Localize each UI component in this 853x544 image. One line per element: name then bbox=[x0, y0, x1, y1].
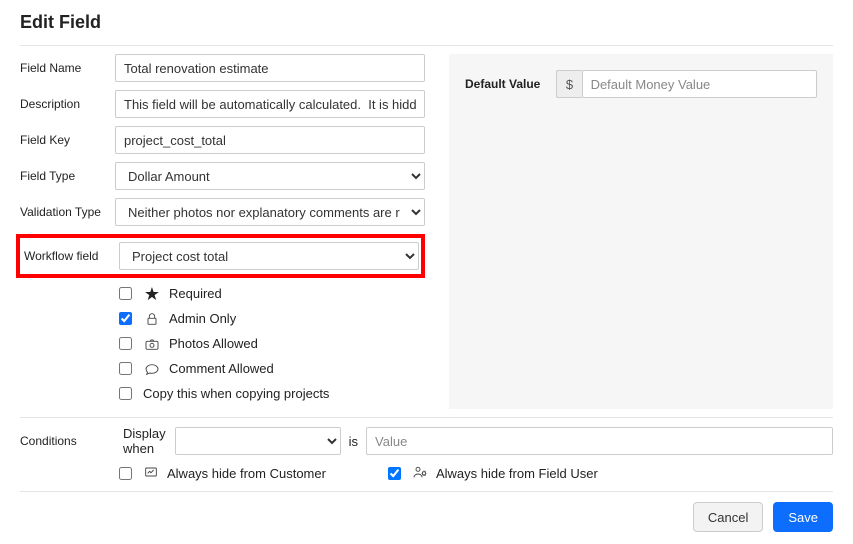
workflow-field-row-highlight: Workflow field Project cost total bbox=[16, 234, 425, 278]
hide-customer-checkbox[interactable] bbox=[119, 467, 132, 480]
condition-value-input[interactable] bbox=[366, 427, 833, 455]
field-key-label: Field Key bbox=[20, 133, 115, 147]
conditions-label: Conditions bbox=[20, 434, 115, 448]
dollar-icon: $ bbox=[556, 70, 581, 98]
field-type-select[interactable]: Dollar Amount bbox=[115, 162, 425, 190]
lock-icon bbox=[143, 310, 161, 328]
comment-icon bbox=[143, 360, 161, 378]
cancel-button[interactable]: Cancel bbox=[693, 502, 763, 532]
workflow-field-label: Workflow field bbox=[20, 249, 119, 263]
hide-customer-label: Always hide from Customer bbox=[167, 466, 326, 481]
copy-project-label: Copy this when copying projects bbox=[143, 386, 329, 401]
divider bbox=[20, 491, 833, 492]
divider bbox=[20, 45, 833, 46]
default-value-input[interactable] bbox=[582, 70, 817, 98]
field-user-icon bbox=[412, 464, 428, 483]
customer-icon bbox=[143, 464, 159, 483]
required-label: Required bbox=[169, 286, 222, 301]
display-when-select[interactable] bbox=[175, 427, 341, 455]
field-name-label: Field Name bbox=[20, 61, 115, 75]
camera-icon bbox=[143, 335, 161, 353]
display-when-label: Display when bbox=[123, 426, 167, 456]
photos-allowed-checkbox[interactable] bbox=[119, 337, 132, 350]
validation-type-select[interactable]: Neither photos nor explanatory comments … bbox=[115, 198, 425, 226]
field-key-input[interactable] bbox=[115, 126, 425, 154]
divider bbox=[20, 417, 833, 418]
comment-allowed-label: Comment Allowed bbox=[169, 361, 274, 376]
comment-allowed-checkbox[interactable] bbox=[119, 362, 132, 375]
admin-only-checkbox[interactable] bbox=[119, 312, 132, 325]
description-input[interactable] bbox=[115, 90, 425, 118]
validation-type-label: Validation Type bbox=[20, 205, 115, 219]
photos-allowed-label: Photos Allowed bbox=[169, 336, 258, 351]
star-icon: ★ bbox=[143, 285, 161, 303]
save-button[interactable]: Save bbox=[773, 502, 833, 532]
field-type-label: Field Type bbox=[20, 169, 115, 183]
is-label: is bbox=[349, 434, 358, 449]
page-title: Edit Field bbox=[20, 12, 833, 33]
description-label: Description bbox=[20, 97, 115, 111]
copy-project-checkbox[interactable] bbox=[119, 387, 132, 400]
default-value-label: Default Value bbox=[465, 77, 540, 91]
hide-field-user-checkbox[interactable] bbox=[388, 467, 401, 480]
admin-only-label: Admin Only bbox=[169, 311, 236, 326]
field-name-input[interactable] bbox=[115, 54, 425, 82]
workflow-field-select[interactable]: Project cost total bbox=[119, 242, 419, 270]
hide-field-user-label: Always hide from Field User bbox=[436, 466, 598, 481]
required-checkbox[interactable] bbox=[119, 287, 132, 300]
